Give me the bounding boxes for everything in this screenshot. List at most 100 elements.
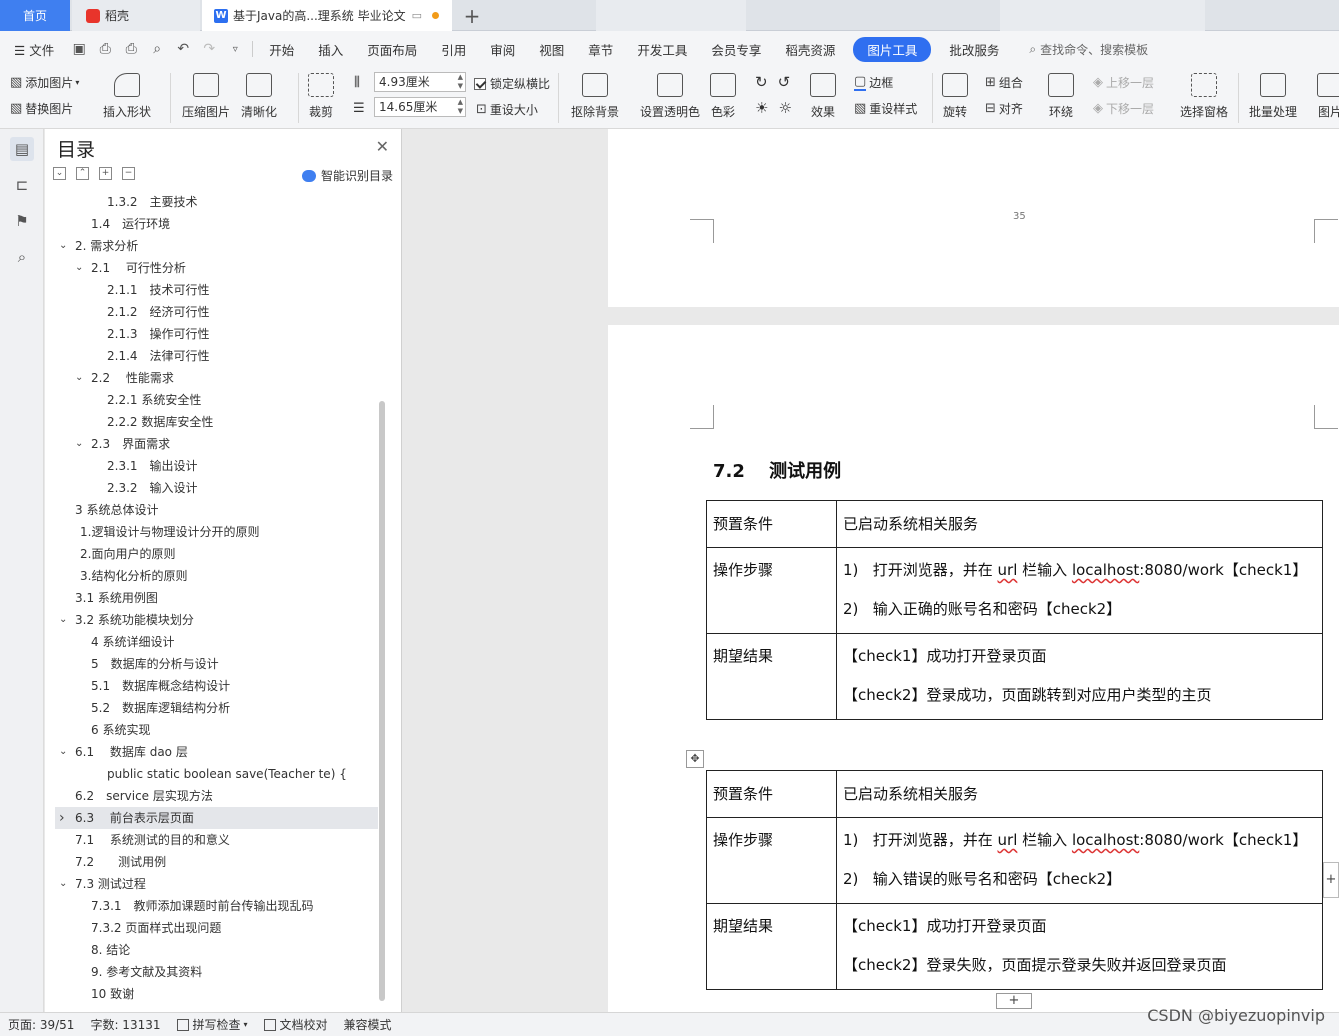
chevron-down-icon[interactable]: ⌄ — [59, 609, 67, 631]
reset-style-button[interactable]: ▧ 重设样式 — [854, 100, 917, 117]
menu-item-developer[interactable]: 开发工具 — [625, 40, 699, 59]
add-heading-icon[interactable]: + — [99, 167, 112, 180]
brightness-icons[interactable]: ☀ ☼ — [755, 99, 792, 117]
save-icon[interactable]: ▣ — [66, 38, 92, 60]
new-tab-button[interactable]: + — [458, 0, 486, 31]
toc-item[interactable]: 3 系统总体设计 — [45, 499, 381, 521]
menu-item-correction[interactable]: 批改服务 — [937, 40, 1011, 59]
chevron-right-icon[interactable]: › — [59, 807, 65, 829]
page-count[interactable]: 页面: 39/51 — [0, 1016, 82, 1033]
toc-item[interactable]: 7.3.1 教师添加课题时前台传输出现乱码 — [45, 895, 381, 917]
group-button[interactable]: ⊞ 组合 — [985, 74, 1023, 91]
crop-button[interactable]: 裁剪 — [308, 73, 334, 120]
toc-item[interactable]: 5 数据库的分析与设计 — [45, 653, 381, 675]
brightness-down-icon[interactable]: ☼ — [778, 99, 791, 117]
rotate-right-icon[interactable]: ↺ — [778, 73, 791, 91]
toc-item[interactable]: 2.1.1 技术可行性 — [45, 279, 381, 301]
bring-forward-button[interactable]: ◈ 上移一层 — [1093, 74, 1154, 91]
chevron-down-icon[interactable]: ⌄ — [59, 235, 67, 257]
toc-item[interactable]: 8. 结论 — [45, 939, 381, 961]
smart-toc-button[interactable]: 智能识别目录 — [301, 167, 393, 184]
remove-heading-icon[interactable]: − — [122, 167, 135, 180]
insert-shape-button[interactable]: 插入形状 — [103, 73, 151, 120]
toc-item[interactable]: 2.3.2 输入设计 — [45, 477, 381, 499]
collapse-all-icon[interactable]: ⌄ — [53, 167, 66, 180]
word-count[interactable]: 字数: 13131 — [82, 1016, 168, 1033]
table-cell[interactable]: 已启动系统相关服务 — [836, 500, 1323, 548]
toc-item[interactable]: 10 致谢 — [45, 983, 381, 1005]
toc-item[interactable]: ⌄ 2.3 界面需求 — [45, 433, 381, 455]
table-cell[interactable]: 【check1】成功打开登录页面 【check2】登录失败，页面提示登录失败并返… — [836, 903, 1323, 990]
table-cell[interactable]: 操作步骤 — [706, 817, 837, 904]
print-icon[interactable]: ⎙ — [118, 38, 144, 60]
table-cell[interactable]: 预置条件 — [706, 770, 837, 818]
sharpen-button[interactable]: 清晰化 — [241, 73, 277, 120]
toc-scrollbar[interactable] — [379, 401, 385, 1001]
menu-item-view[interactable]: 视图 — [527, 40, 576, 59]
table-cell[interactable]: 预置条件 — [706, 500, 837, 548]
toc-item[interactable]: public static boolean save(Teacher te) { — [45, 763, 381, 785]
brightness-up-icon[interactable]: ☀ — [755, 99, 768, 117]
toc-item[interactable]: 5.2 数据库逻辑结构分析 — [45, 697, 381, 719]
menu-item-daoke-resources[interactable]: 稻壳资源 — [773, 40, 847, 59]
customize-toolbar-icon[interactable]: ▿ — [222, 38, 248, 60]
compress-image-button[interactable]: 压缩图片 — [182, 73, 230, 120]
table-cell[interactable]: 期望结果 — [706, 903, 837, 990]
selection-pane-button[interactable]: 选择窗格 — [1180, 73, 1228, 120]
chapter-panel-icon[interactable]: ⊏ — [10, 173, 34, 197]
table-cell[interactable]: 1) 打开浏览器，并在 url 栏输入 localhost:8080/work【… — [836, 547, 1323, 634]
spinner-icon[interactable]: ▲ ▼ — [458, 98, 463, 116]
toc-item[interactable]: 6.2 service 层实现方法 — [45, 785, 381, 807]
table-cell[interactable]: 操作步骤 — [706, 547, 837, 634]
image-button[interactable]: 图片 — [1317, 73, 1339, 120]
toc-item[interactable]: 2.3.1 输出设计 — [45, 455, 381, 477]
align-button[interactable]: ⊟ 对齐 — [985, 100, 1023, 117]
toc-item[interactable]: ⌄ 2. 需求分析 — [45, 235, 381, 257]
chevron-down-icon[interactable]: ⌄ — [75, 433, 83, 455]
chevron-down-icon[interactable]: ⌄ — [59, 873, 67, 895]
remove-background-button[interactable]: 抠除背景 — [571, 73, 619, 120]
height-input[interactable]: 14.65厘米 ▲ ▼ — [374, 97, 466, 117]
toc-item[interactable]: 7.2 测试用例 — [45, 851, 381, 873]
menu-item-insert[interactable]: 插入 — [306, 40, 355, 59]
toc-item[interactable]: 3.1 系统用例图 — [45, 587, 381, 609]
replace-image-button[interactable]: ▧ 替换图片 — [10, 100, 73, 117]
chevron-down-icon[interactable]: ⌄ — [59, 741, 67, 763]
tab-window-icon[interactable]: ▭ — [412, 9, 422, 22]
toc-item[interactable]: 3.结构化分析的原则 — [45, 565, 381, 587]
add-row-button[interactable]: + — [996, 993, 1032, 1009]
menu-item-member[interactable]: 会员专享 — [699, 40, 773, 59]
toc-item[interactable]: 2.1.2 经济可行性 — [45, 301, 381, 323]
spell-check-button[interactable]: 拼写检查 ▾ — [169, 1016, 256, 1033]
document-canvas[interactable]: 35 7.2 测试用例 预置条件 已启动系统相关服务 操作步骤 1) 打开浏览器… — [403, 129, 1339, 1012]
lock-ratio-checkbox[interactable]: 锁定纵横比 — [474, 75, 550, 92]
rotate-left-icon[interactable]: ↻ — [755, 73, 768, 91]
add-image-button[interactable]: ▧ 添加图片 ▾ — [10, 74, 79, 91]
reset-size-button[interactable]: ⊡ 重设大小 — [476, 101, 538, 118]
search-icon[interactable]: ⌕ — [10, 245, 34, 269]
close-icon[interactable]: ✕ — [376, 137, 389, 156]
table-cell[interactable]: 已启动系统相关服务 — [836, 770, 1323, 818]
toc-item[interactable]: ⌄ 2.1 可行性分析 — [45, 257, 381, 279]
toc-panel-icon[interactable]: ▤ — [10, 137, 34, 161]
menu-item-references[interactable]: 引用 — [429, 40, 478, 59]
expand-up-icon[interactable]: ⌃ — [76, 167, 89, 180]
toc-item[interactable]: 7.1 系统测试的目的和意义 — [45, 829, 381, 851]
undo-icon[interactable]: ↶ — [170, 38, 196, 60]
table-cell[interactable]: 1) 打开浏览器，并在 url 栏输入 localhost:8080/work【… — [836, 817, 1323, 904]
toc-item[interactable]: 5.1 数据库概念结构设计 — [45, 675, 381, 697]
command-search[interactable]: ⌕ 查找命令、搜索模板 — [1011, 41, 1148, 58]
color-button[interactable]: 色彩 — [710, 73, 736, 120]
rotate-button[interactable]: 旋转 — [942, 73, 968, 120]
menu-item-page-layout[interactable]: 页面布局 — [355, 40, 429, 59]
menu-item-chapter[interactable]: 章节 — [576, 40, 625, 59]
menu-item-review[interactable]: 审阅 — [478, 40, 527, 59]
send-backward-button[interactable]: ◈ 下移一层 — [1093, 100, 1154, 117]
toc-item[interactable]: 2.1.3 操作可行性 — [45, 323, 381, 345]
proofread-button[interactable]: 文档校对 — [256, 1016, 336, 1033]
width-input[interactable]: 4.93厘米 ▲ ▼ — [374, 72, 466, 92]
toc-item[interactable]: 1.4 运行环境 — [45, 213, 381, 235]
bookmark-icon[interactable]: ⚑ — [10, 209, 34, 233]
file-menu[interactable]: ☰ 文件 — [0, 40, 66, 59]
border-button[interactable]: ▢ 边框 — [854, 74, 893, 91]
